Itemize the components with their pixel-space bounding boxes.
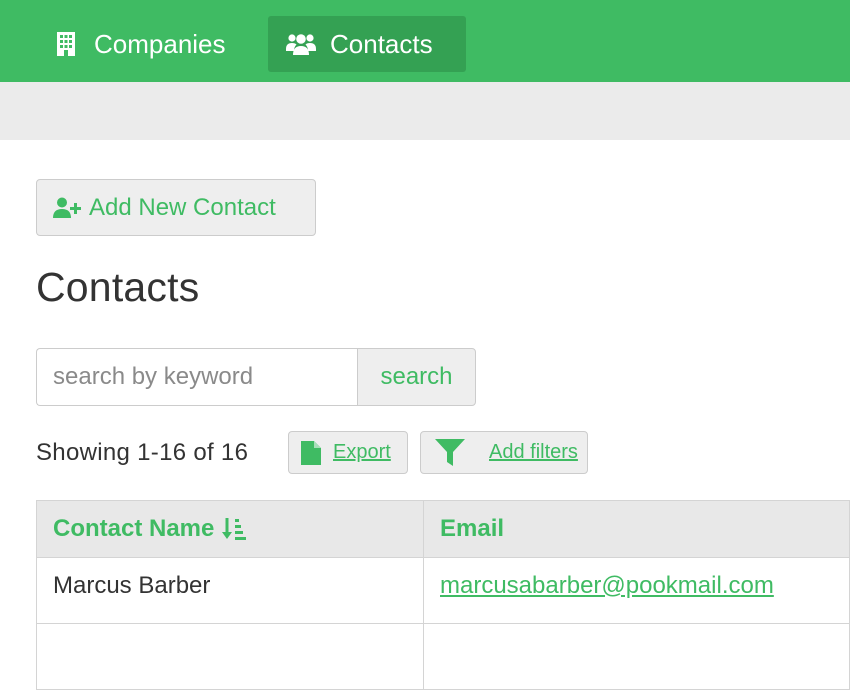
add-new-contact-button[interactable]: Add New Contact [36,179,316,236]
cell-email: marcusabarber@pookmail.com [423,557,850,624]
sub-navigation-bar [0,82,850,140]
nav-contacts[interactable]: Contacts [268,16,466,72]
cell-contact-name [36,623,424,690]
funnel-icon [435,438,465,466]
cell-contact-name: Marcus Barber [36,557,424,624]
sort-ascending-icon [222,518,247,540]
add-filters-button[interactable]: Add filters [420,431,588,474]
table-row: Marcus Barber marcusabarber@pookmail.com [36,557,850,624]
users-icon [286,34,316,55]
nav-companies[interactable]: Companies [36,16,254,72]
search-input[interactable] [36,348,357,406]
add-filters-label: Add filters [489,441,578,463]
column-header-contact-name-label: Contact Name [53,515,215,542]
results-count: Showing 1-16 of 16 [36,439,249,466]
nav-contacts-label: Contacts [330,28,433,59]
user-plus-icon [53,197,81,218]
cell-email [423,623,850,690]
search-button[interactable]: search [357,348,476,406]
file-icon [301,440,321,465]
top-navigation: Companies Contacts [0,0,850,82]
nav-companies-label: Companies [94,28,226,59]
contacts-table: Contact Name Email Marcus Barber marcusa… [36,500,850,690]
add-new-contact-label: Add New Contact [89,193,276,221]
table-row [36,623,850,690]
column-header-email[interactable]: Email [423,500,850,558]
table-header-row: Contact Name Email [36,500,850,558]
page-title: Contacts [36,264,200,310]
email-link[interactable]: marcusabarber@pookmail.com [440,572,774,599]
search-form: search [36,348,476,406]
building-icon [57,32,75,56]
export-label: Export [333,441,391,463]
column-header-contact-name[interactable]: Contact Name [36,500,424,558]
export-button[interactable]: Export [288,431,408,474]
